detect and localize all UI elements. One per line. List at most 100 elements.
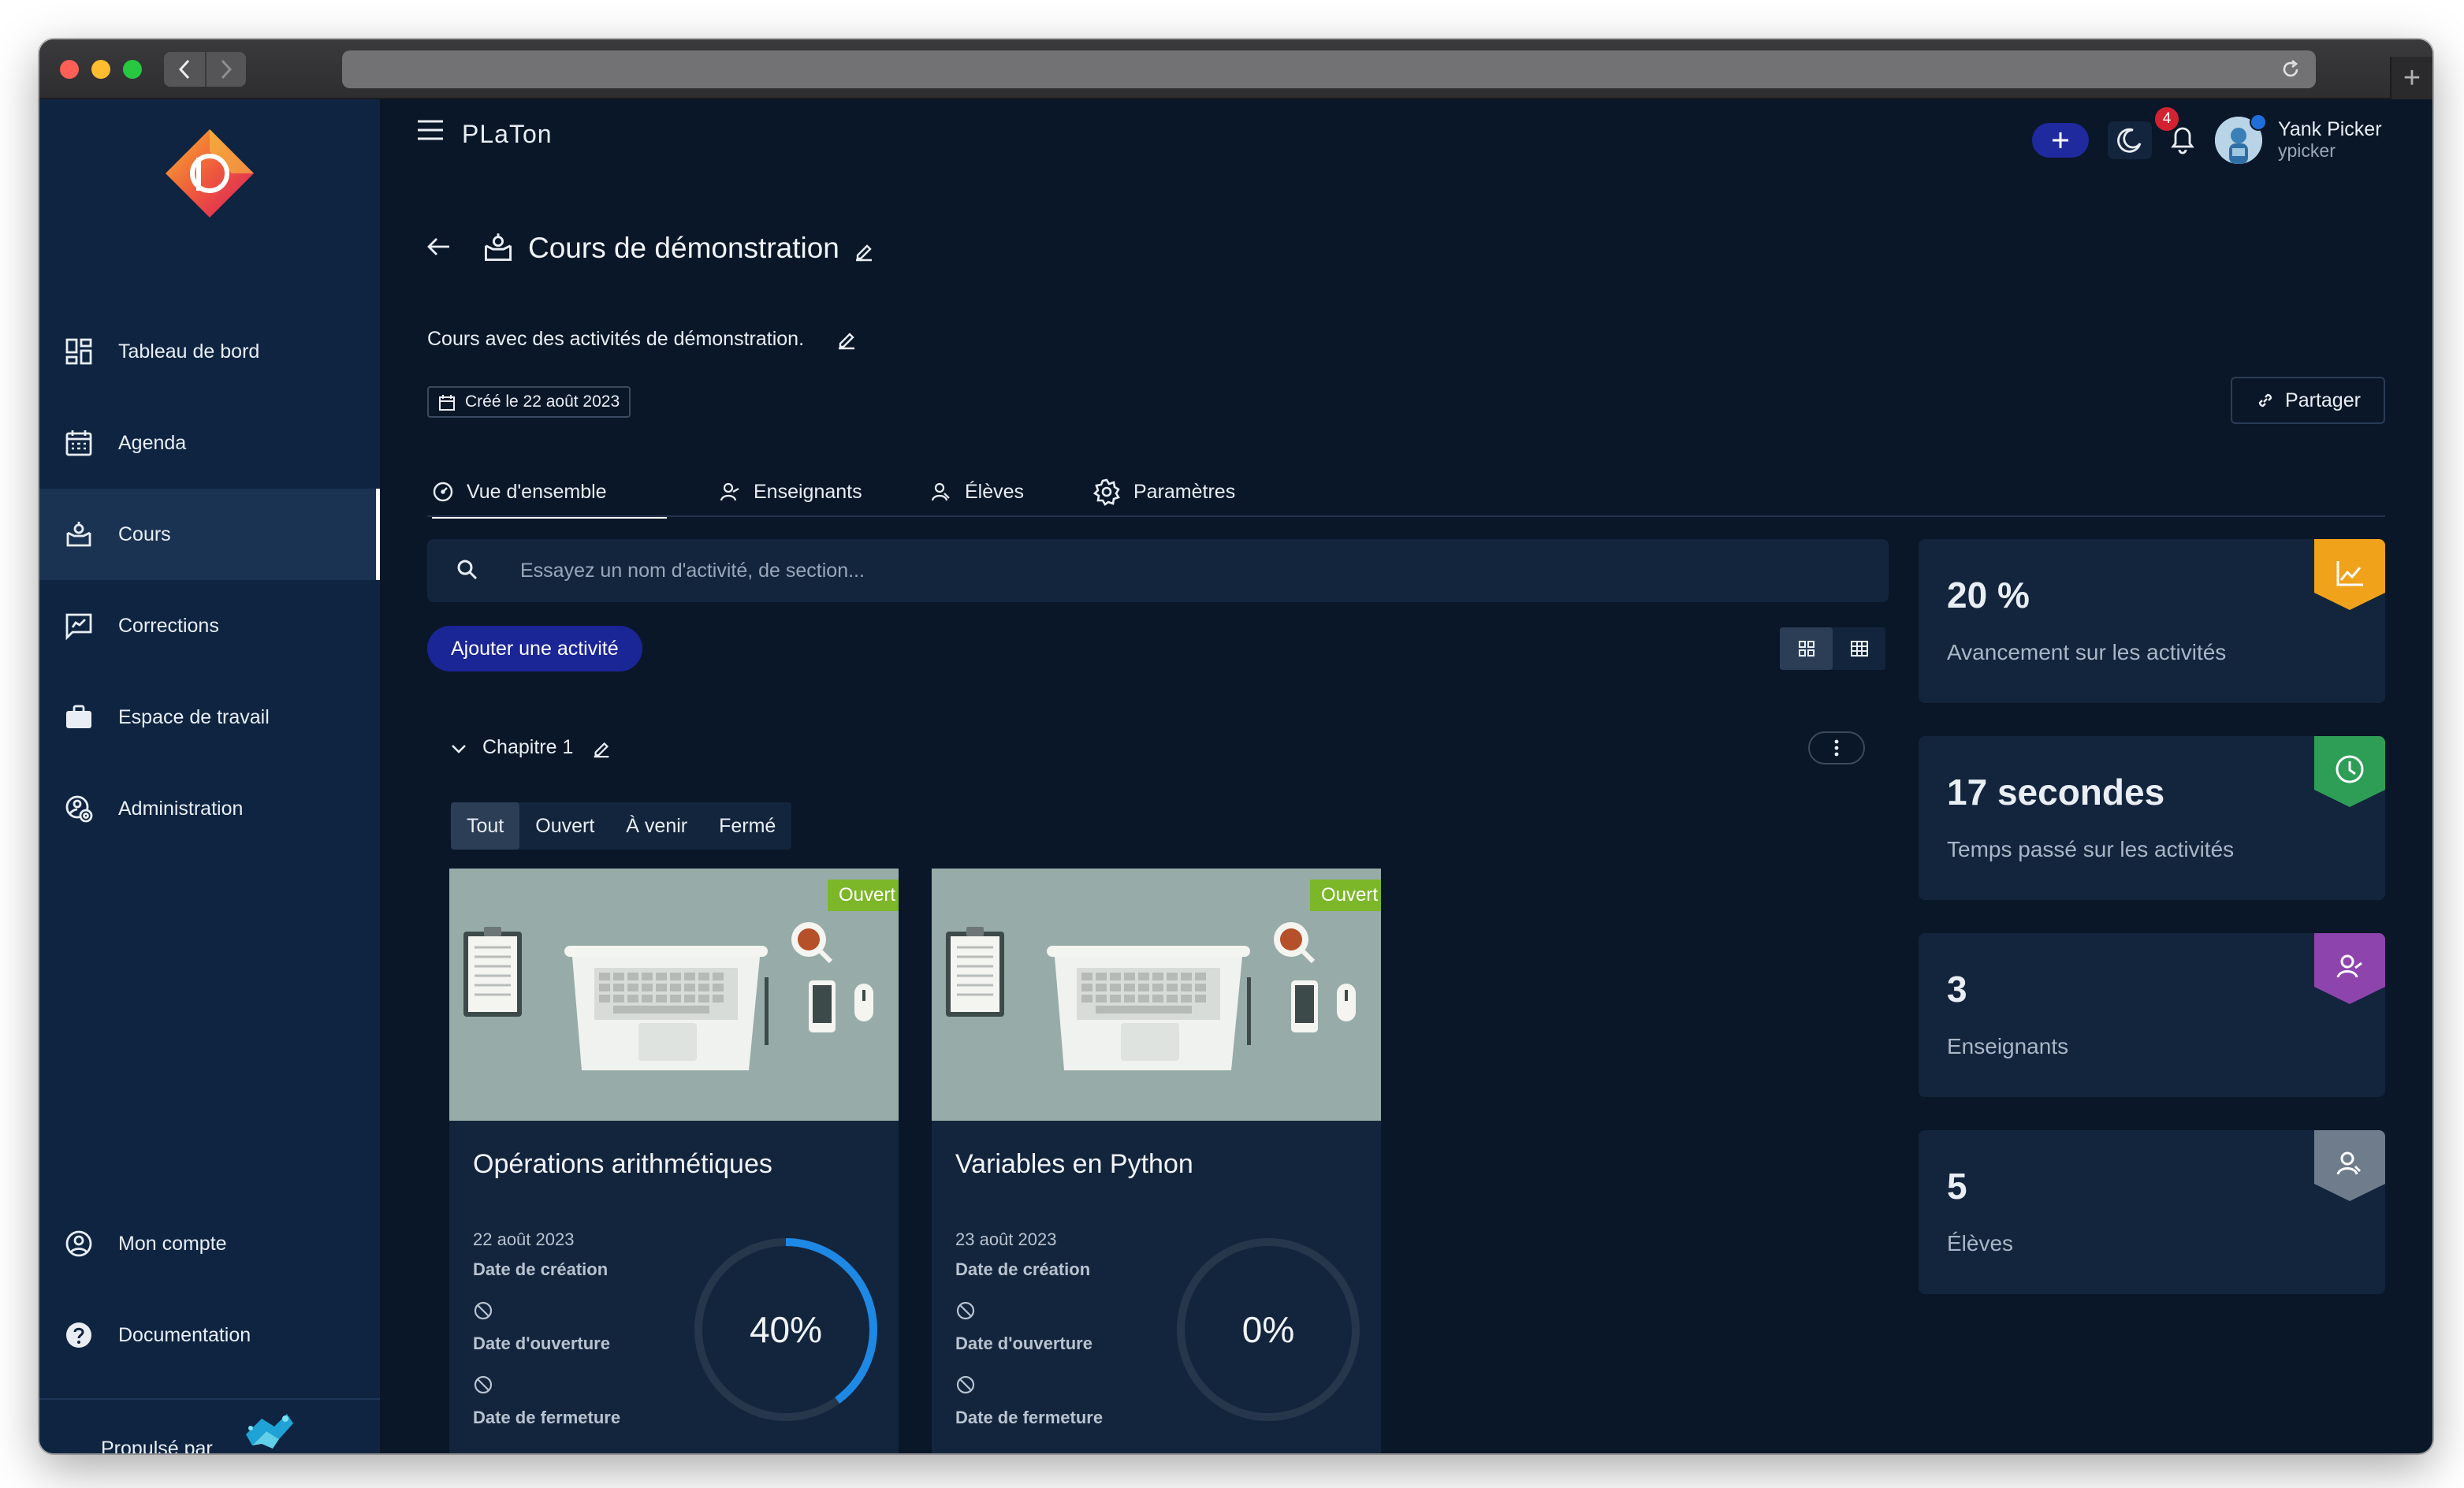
sidebar-item-corrections[interactable]: Corrections <box>39 580 380 671</box>
hamburger-menu-icon[interactable] <box>416 118 445 146</box>
browser-back-button[interactable] <box>164 52 205 87</box>
dashboard-icon <box>63 336 95 367</box>
view-mode-toggle <box>1780 627 1885 670</box>
user-name[interactable]: Yank Picker <box>2278 118 2382 141</box>
gauge-icon <box>433 482 453 502</box>
minimize-window-button[interactable] <box>91 60 110 79</box>
tabs-divider <box>427 515 2385 517</box>
course-title: Cours de démonstration <box>528 232 839 264</box>
platon-logo[interactable] <box>162 126 257 221</box>
no-date-icon <box>955 1300 976 1325</box>
sidebar: Tableau de bord Agenda Cours Corrections… <box>39 99 380 1453</box>
sidebar-item-account[interactable]: Mon compte <box>39 1198 380 1289</box>
activity-card[interactable]: Ouvert Opérations arithmétiques 22 août … <box>449 869 899 1453</box>
browser-forward-button[interactable] <box>205 52 246 87</box>
tab-overview[interactable]: Vue d'ensemble <box>432 467 667 519</box>
sidebar-item-label: Agenda <box>118 431 187 454</box>
progress-percentage: 40% <box>749 1309 823 1350</box>
sidebar-item-label: Espace de travail <box>118 705 270 728</box>
close-window-button[interactable] <box>60 60 79 79</box>
edit-description-pencil-icon[interactable] <box>836 328 858 354</box>
sidebar-item-label: Corrections <box>118 614 219 637</box>
activity-card[interactable]: Ouvert Variables en Python 23 août 2023 … <box>932 869 1381 1453</box>
sidebar-item-label: Documentation <box>118 1323 251 1346</box>
teacher-icon <box>720 482 739 501</box>
stat-value: 3 <box>1947 969 1967 1010</box>
briefcase-icon <box>63 701 95 733</box>
creation-date: 22 août 2023 <box>473 1229 575 1249</box>
table-view-button[interactable] <box>1833 627 1885 670</box>
filter-closed[interactable]: Fermé <box>703 802 791 850</box>
sidebar-divider <box>39 1398 380 1400</box>
stat-label: Temps passé sur les activités <box>1947 837 2235 861</box>
sidebar-item-label: Administration <box>118 797 244 820</box>
sidebar-item-administration[interactable]: Administration <box>39 763 380 854</box>
chevron-down-icon[interactable] <box>448 738 470 764</box>
closing-date-label: Date de fermeture <box>473 1408 621 1427</box>
no-date-icon <box>473 1375 493 1399</box>
theme-toggle-button[interactable] <box>2108 121 2152 159</box>
sidebar-item-workspace[interactable]: Espace de travail <box>39 671 380 763</box>
status-badge: Ouvert <box>827 880 899 911</box>
sidebar-item-cours[interactable]: Cours <box>39 489 380 580</box>
calendar-icon <box>63 427 95 459</box>
search-icon <box>456 558 479 586</box>
reload-icon[interactable] <box>2280 58 2302 84</box>
maximize-window-button[interactable] <box>123 60 142 79</box>
tab-teachers[interactable]: Enseignants <box>719 467 862 517</box>
tab-students[interactable]: Élèves <box>930 467 1024 517</box>
teacher-icon <box>2314 933 2385 1004</box>
edit-chapter-pencil-icon[interactable] <box>591 738 612 762</box>
link-icon <box>2258 393 2272 407</box>
add-activity-button[interactable]: Ajouter une activité <box>427 626 642 671</box>
creation-date-label: Date de création <box>955 1259 1091 1279</box>
chevron-right-icon <box>221 59 233 80</box>
powered-by-label: Propulsé par <box>101 1438 213 1453</box>
activity-title: Opérations arithmétiques <box>473 1149 772 1179</box>
stat-card-progress: 20 % Avancement sur les activités <box>1919 539 2385 703</box>
browser-window: + Tableau de bord Agenda Cours Correctio… <box>39 39 2432 1453</box>
activity-illustration: Ouvert <box>932 869 1381 1121</box>
sidebar-item-dashboard[interactable]: Tableau de bord <box>39 306 380 397</box>
tab-settings[interactable]: Paramètres <box>1092 467 1235 517</box>
cisstech-logo[interactable]: CISSTECH <box>235 1408 301 1453</box>
opening-date-label: Date d'ouverture <box>473 1334 610 1353</box>
chapter-more-options-button[interactable] <box>1808 731 1865 764</box>
filter-all[interactable]: Tout <box>451 802 520 850</box>
closing-date-label: Date de fermeture <box>955 1408 1104 1427</box>
back-arrow-icon[interactable] <box>426 235 452 262</box>
edit-title-pencil-icon[interactable] <box>853 240 875 266</box>
stat-card-teachers: 3 Enseignants <box>1919 933 2385 1097</box>
new-tab-button[interactable]: + <box>2390 57 2432 99</box>
created-date-chip: Créé le 22 août 2023 <box>427 386 631 418</box>
filter-upcoming[interactable]: À venir <box>610 802 703 850</box>
app-name: PLaTon <box>462 120 553 148</box>
share-button[interactable]: Partager <box>2231 377 2385 424</box>
stat-label: Enseignants <box>1947 1034 2069 1058</box>
activity-illustration: Ouvert <box>449 869 899 1121</box>
activity-search-bar[interactable] <box>427 539 1889 602</box>
chevron-left-icon <box>178 59 190 80</box>
grid-view-button[interactable] <box>1780 627 1833 670</box>
sidebar-item-agenda[interactable]: Agenda <box>39 397 380 489</box>
sidebar-item-label: Mon compte <box>118 1232 227 1255</box>
table-icon <box>1850 641 1868 657</box>
chapter-title: Chapitre 1 <box>482 736 574 758</box>
course-icon <box>482 232 514 267</box>
calendar-icon <box>439 395 455 411</box>
search-input[interactable] <box>520 539 1860 602</box>
stat-value: 5 <box>1947 1166 1967 1207</box>
student-icon <box>2314 1130 2385 1201</box>
address-bar[interactable] <box>342 50 2316 88</box>
course-icon <box>63 519 95 550</box>
gear-icon <box>1092 478 1120 506</box>
browser-toolbar: + <box>39 39 2432 99</box>
sidebar-item-documentation[interactable]: Documentation <box>39 1289 380 1381</box>
quick-add-button[interactable] <box>2032 123 2089 158</box>
filter-open[interactable]: Ouvert <box>519 802 610 850</box>
creation-date-label: Date de création <box>473 1259 609 1279</box>
stat-card-students: 5 Élèves <box>1919 1130 2385 1294</box>
creation-date: 23 août 2023 <box>955 1229 1057 1249</box>
no-date-icon <box>473 1300 493 1325</box>
grid-icon <box>1798 641 1815 657</box>
